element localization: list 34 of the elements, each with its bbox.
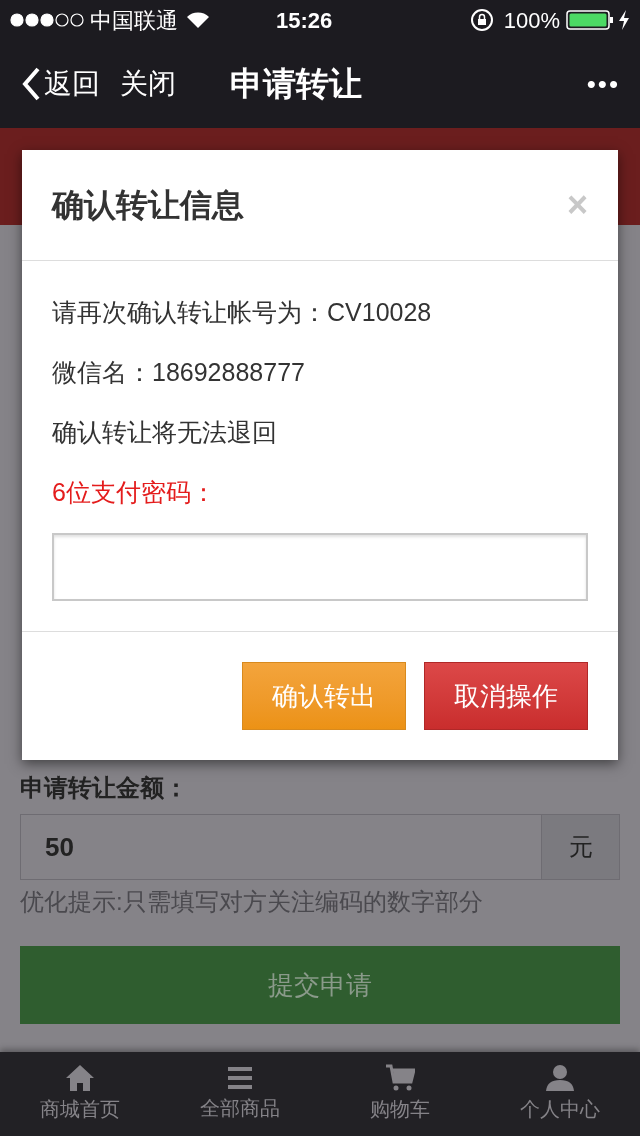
user-icon [545, 1064, 575, 1092]
wifi-icon [186, 11, 210, 29]
password-label: 6位支付密码： [52, 477, 217, 509]
confirm-button[interactable]: 确认转出 [242, 662, 406, 730]
amount-field[interactable]: 50 [20, 814, 542, 880]
close-button[interactable]: 关闭 [120, 63, 176, 105]
cart-icon [385, 1064, 415, 1092]
dialog-text: 请再次确认转让帐号为：CV10028 [52, 297, 433, 329]
battery-percent: 100% [503, 6, 560, 35]
unit-label: 元 [542, 814, 620, 880]
carrier-name: 中国联通 [90, 6, 178, 35]
tab-bar-item[interactable]: 购物车 [320, 1052, 480, 1136]
hint-text: 优化提示:只需填写对方关注编码的数字部分 [20, 887, 484, 917]
home-icon [65, 1064, 95, 1092]
cancel-button[interactable]: 取消操作 [424, 662, 588, 730]
page-title: 申请转让 [230, 64, 362, 105]
clock-time: 15:26 [276, 6, 333, 35]
amount-label: 申请转让金额： [20, 773, 189, 803]
tab-bar-item[interactable]: 商城首页 [0, 1052, 160, 1136]
dialog-text: 微信名：18692888777 [52, 357, 306, 389]
tab-bar-item[interactable]: 个人中心 [480, 1052, 640, 1136]
tab-bar-item[interactable]: 全部商品 [160, 1052, 320, 1136]
battery-icon [566, 9, 614, 31]
more-button[interactable]: ••• [586, 64, 620, 104]
submit-button[interactable]: 提交申请 [20, 946, 620, 1024]
signal-icon [10, 13, 84, 27]
dialog-title: 确认转让信息 [52, 186, 244, 225]
chevron-left-icon [20, 66, 42, 102]
back-button[interactable]: 返回 [20, 63, 100, 105]
rotation-lock-icon [469, 8, 494, 32]
dialog-text: 确认转让将无法退回 [52, 417, 278, 449]
password-field[interactable] [52, 533, 588, 601]
menu-icon [227, 1065, 253, 1091]
charging-icon [618, 10, 630, 30]
